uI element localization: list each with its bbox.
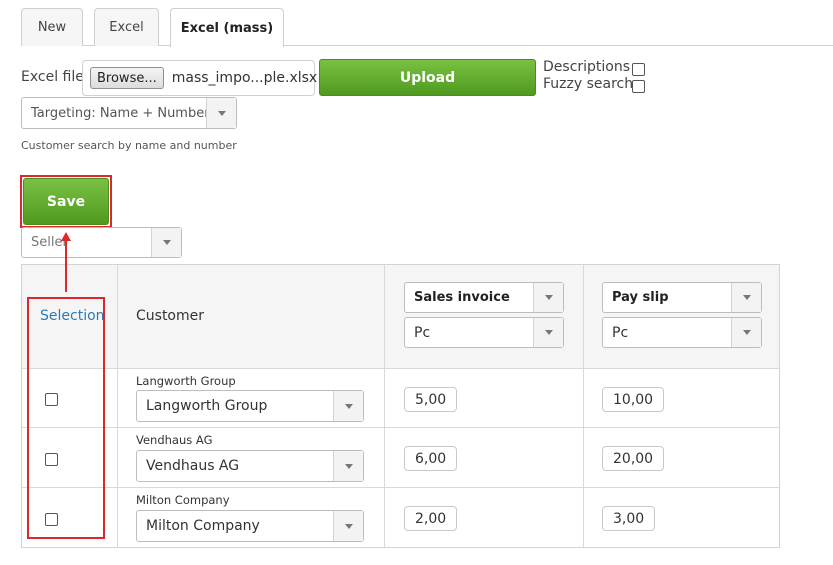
- selection-highlight-box: [27, 297, 105, 539]
- chevron-down-icon: [333, 391, 363, 421]
- amount-value: 20,00: [613, 450, 654, 467]
- chevron-down-icon: [731, 283, 761, 312]
- chevron-down-icon: [533, 318, 563, 347]
- seller-select[interactable]: Seller: [21, 227, 182, 258]
- tab-excel-mass-label: Excel (mass): [180, 20, 274, 36]
- customer-select-value: Vendhaus AG: [146, 458, 240, 474]
- customer-caption: Milton Company: [136, 493, 230, 507]
- chevron-down-icon: [333, 451, 363, 481]
- pay-slip-amount[interactable]: 20,00: [602, 446, 665, 471]
- excel-file-label: Excel file: [21, 69, 84, 85]
- column-divider: [117, 265, 118, 547]
- targeting-select[interactable]: Targeting: Name + Number: [21, 97, 237, 129]
- targeting-select-value: Targeting: Name + Number: [31, 105, 210, 121]
- sales-invoice-amount[interactable]: 6,00: [404, 446, 458, 471]
- save-button-label: Save: [46, 193, 86, 210]
- browse-button[interactable]: Browse...: [90, 67, 164, 89]
- tab-excel-mass[interactable]: Excel (mass): [170, 8, 284, 47]
- column-divider: [583, 265, 584, 547]
- upload-button-label: Upload: [399, 69, 456, 86]
- tab-excel-label: Excel: [109, 20, 144, 35]
- chevron-down-icon: [533, 283, 563, 312]
- tab-new-label: New: [37, 20, 67, 35]
- customer-header: Customer: [136, 308, 205, 324]
- search-hint: Customer search by name and number: [21, 139, 237, 152]
- customer-caption: Langworth Group: [136, 374, 236, 388]
- sales-invoice-amount[interactable]: 2,00: [404, 506, 458, 531]
- file-input[interactable]: Browse... mass_impo...ple.xlsx: [82, 60, 318, 96]
- chevron-down-icon: [731, 318, 761, 347]
- tab-new[interactable]: New: [21, 8, 83, 46]
- unit-select-value: Pc: [612, 324, 629, 341]
- chevron-down-icon: [206, 98, 236, 128]
- pay-slip-amount[interactable]: 10,00: [602, 387, 665, 412]
- tab-excel[interactable]: Excel: [94, 8, 159, 46]
- unit-select-value: Pc: [414, 324, 431, 341]
- save-button[interactable]: Save: [23, 178, 109, 225]
- sales-invoice-amount[interactable]: 5,00: [404, 387, 458, 412]
- row-divider: [22, 427, 779, 428]
- descriptions-label: Descriptions: [543, 59, 631, 75]
- type-select-pay-slip[interactable]: Pay slip: [602, 282, 762, 313]
- annotation-arrow-line: [65, 240, 67, 292]
- amount-value: 10,00: [613, 391, 654, 408]
- unit-select-sales-invoice[interactable]: Pc: [404, 317, 564, 348]
- customer-caption: Vendhaus AG: [136, 433, 213, 447]
- chevron-down-icon: [333, 511, 363, 541]
- column-divider: [384, 265, 385, 547]
- type-select-value: Sales invoice: [414, 290, 510, 305]
- type-select-value: Pay slip: [612, 290, 669, 305]
- amount-value: 5,00: [415, 391, 447, 408]
- unit-select-pay-slip[interactable]: Pc: [602, 317, 762, 348]
- row-divider: [22, 368, 779, 369]
- fuzzy-search-checkbox[interactable]: [632, 80, 645, 93]
- customer-select[interactable]: Milton Company: [136, 510, 364, 542]
- file-name: mass_impo...ple.xlsx: [171, 70, 318, 86]
- fuzzy-search-label: Fuzzy search: [543, 76, 634, 92]
- descriptions-checkbox[interactable]: [632, 63, 645, 76]
- type-select-sales-invoice[interactable]: Sales invoice: [404, 282, 564, 313]
- row-divider: [22, 487, 779, 488]
- amount-value: 6,00: [415, 450, 447, 467]
- annotation-arrow-icon: [61, 232, 71, 241]
- customer-select[interactable]: Vendhaus AG: [136, 450, 364, 482]
- amount-value: 2,00: [415, 510, 447, 527]
- customer-select-value: Milton Company: [146, 518, 260, 534]
- amount-value: 3,00: [613, 510, 645, 527]
- chevron-down-icon: [151, 228, 181, 257]
- upload-button[interactable]: Upload: [319, 59, 536, 96]
- customer-select-value: Langworth Group: [146, 398, 268, 414]
- customer-select[interactable]: Langworth Group: [136, 390, 364, 422]
- pay-slip-amount[interactable]: 3,00: [602, 506, 656, 531]
